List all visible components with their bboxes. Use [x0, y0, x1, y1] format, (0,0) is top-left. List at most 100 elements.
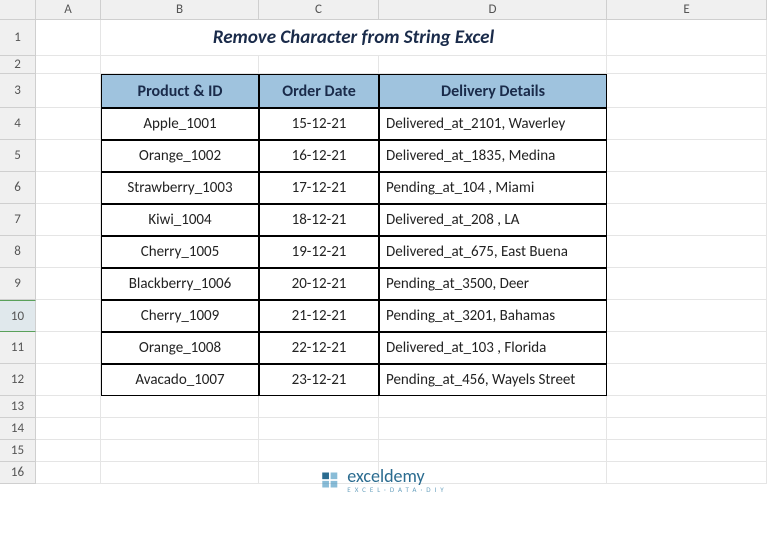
- table-cell-order[interactable]: 16-12-21: [259, 140, 379, 172]
- cell-E12[interactable]: [607, 364, 767, 396]
- cell-D15[interactable]: [379, 440, 607, 462]
- cell-C13[interactable]: [259, 396, 379, 418]
- table-cell-order[interactable]: 23-12-21: [259, 364, 379, 396]
- table-cell-product[interactable]: Orange_1002: [101, 140, 259, 172]
- cell-A2[interactable]: [36, 56, 101, 74]
- table-header-delivery[interactable]: Delivery Details: [379, 74, 607, 108]
- cell-E6[interactable]: [607, 172, 767, 204]
- cell-D14[interactable]: [379, 418, 607, 440]
- row-header-7[interactable]: 7: [0, 204, 36, 236]
- table-cell-delivery[interactable]: Pending_at_3500, Deer: [379, 268, 607, 300]
- cell-B15[interactable]: [101, 440, 259, 462]
- table-cell-delivery[interactable]: Delivered_at_103 , Florida: [379, 332, 607, 364]
- row-header-9[interactable]: 9: [0, 268, 36, 300]
- row-header-4[interactable]: 4: [0, 108, 36, 140]
- col-header-C[interactable]: C: [259, 0, 379, 20]
- table-cell-product[interactable]: Strawberry_1003: [101, 172, 259, 204]
- row-header-3[interactable]: 3: [0, 74, 36, 108]
- cell-A12[interactable]: [36, 364, 101, 396]
- cell-A6[interactable]: [36, 172, 101, 204]
- cell-A3[interactable]: [36, 74, 101, 108]
- table-cell-delivery[interactable]: Pending_at_104 , Miami: [379, 172, 607, 204]
- cell-E5[interactable]: [607, 140, 767, 172]
- cell-A13[interactable]: [36, 396, 101, 418]
- cell-A10[interactable]: [36, 300, 101, 332]
- cell-E3[interactable]: [607, 74, 767, 108]
- table-header-product[interactable]: Product & ID: [101, 74, 259, 108]
- table-cell-product[interactable]: Cherry_1005: [101, 236, 259, 268]
- table-cell-order[interactable]: 21-12-21: [259, 300, 379, 332]
- cell-E13[interactable]: [607, 396, 767, 418]
- cell-E15[interactable]: [607, 440, 767, 462]
- cell-C15[interactable]: [259, 440, 379, 462]
- brand-tagline: EXCEL·DATA·DIY: [347, 485, 447, 494]
- table-cell-delivery[interactable]: Delivered_at_1835, Medina: [379, 140, 607, 172]
- cell-E2[interactable]: [607, 56, 767, 74]
- row-header-11[interactable]: 11: [0, 332, 36, 364]
- brand-logo-icon: [319, 470, 339, 490]
- row-header-1[interactable]: 1: [0, 20, 36, 56]
- cell-A14[interactable]: [36, 418, 101, 440]
- table-header-order[interactable]: Order Date: [259, 74, 379, 108]
- cell-D13[interactable]: [379, 396, 607, 418]
- cell-A1[interactable]: [36, 20, 101, 56]
- row-header-5[interactable]: 5: [0, 140, 36, 172]
- cell-E10[interactable]: [607, 300, 767, 332]
- row-header-13[interactable]: 13: [0, 396, 36, 418]
- table-cell-order[interactable]: 15-12-21: [259, 108, 379, 140]
- cell-A9[interactable]: [36, 268, 101, 300]
- cell-A15[interactable]: [36, 440, 101, 462]
- table-cell-order[interactable]: 19-12-21: [259, 236, 379, 268]
- cell-C14[interactable]: [259, 418, 379, 440]
- table-cell-order[interactable]: 17-12-21: [259, 172, 379, 204]
- row-header-2[interactable]: 2: [0, 56, 36, 74]
- cell-E16[interactable]: [607, 462, 767, 484]
- cell-A7[interactable]: [36, 204, 101, 236]
- cell-E4[interactable]: [607, 108, 767, 140]
- table-cell-delivery[interactable]: Pending_at_3201, Bahamas: [379, 300, 607, 332]
- table-cell-delivery[interactable]: Delivered_at_208 , LA: [379, 204, 607, 236]
- cell-E11[interactable]: [607, 332, 767, 364]
- table-cell-order[interactable]: 18-12-21: [259, 204, 379, 236]
- cell-C2[interactable]: [259, 56, 379, 74]
- table-cell-order[interactable]: 22-12-21: [259, 332, 379, 364]
- cell-A16[interactable]: [36, 462, 101, 484]
- table-cell-product[interactable]: Cherry_1009: [101, 300, 259, 332]
- row-header-15[interactable]: 15: [0, 440, 36, 462]
- cell-E9[interactable]: [607, 268, 767, 300]
- table-cell-product[interactable]: Orange_1008: [101, 332, 259, 364]
- table-cell-product[interactable]: Blackberry_1006: [101, 268, 259, 300]
- col-header-A[interactable]: A: [36, 0, 101, 20]
- select-all-corner[interactable]: [0, 0, 36, 20]
- table-cell-delivery[interactable]: Delivered_at_2101, Waverley: [379, 108, 607, 140]
- row-header-10[interactable]: 10: [0, 300, 36, 332]
- table-cell-delivery[interactable]: Delivered_at_675, East Buena: [379, 236, 607, 268]
- table-cell-order[interactable]: 20-12-21: [259, 268, 379, 300]
- table-cell-delivery[interactable]: Pending_at_456, Wayels Street: [379, 364, 607, 396]
- cell-E14[interactable]: [607, 418, 767, 440]
- cell-B13[interactable]: [101, 396, 259, 418]
- row-header-16[interactable]: 16: [0, 462, 36, 484]
- row-header-6[interactable]: 6: [0, 172, 36, 204]
- cell-E8[interactable]: [607, 236, 767, 268]
- cell-A5[interactable]: [36, 140, 101, 172]
- col-header-B[interactable]: B: [101, 0, 259, 20]
- cell-A4[interactable]: [36, 108, 101, 140]
- col-header-E[interactable]: E: [607, 0, 767, 20]
- cell-E1[interactable]: [607, 20, 767, 56]
- cell-A8[interactable]: [36, 236, 101, 268]
- cell-B14[interactable]: [101, 418, 259, 440]
- table-cell-product[interactable]: Apple_1001: [101, 108, 259, 140]
- cell-A11[interactable]: [36, 332, 101, 364]
- row-header-8[interactable]: 8: [0, 236, 36, 268]
- cell-D2[interactable]: [379, 56, 607, 74]
- brand-text: exceldemy EXCEL·DATA·DIY: [347, 465, 447, 494]
- col-header-D[interactable]: D: [379, 0, 607, 20]
- row-header-14[interactable]: 14: [0, 418, 36, 440]
- cell-B16[interactable]: [101, 462, 259, 484]
- table-cell-product[interactable]: Kiwi_1004: [101, 204, 259, 236]
- row-header-12[interactable]: 12: [0, 364, 36, 396]
- cell-B2[interactable]: [101, 56, 259, 74]
- cell-E7[interactable]: [607, 204, 767, 236]
- table-cell-product[interactable]: Avacado_1007: [101, 364, 259, 396]
